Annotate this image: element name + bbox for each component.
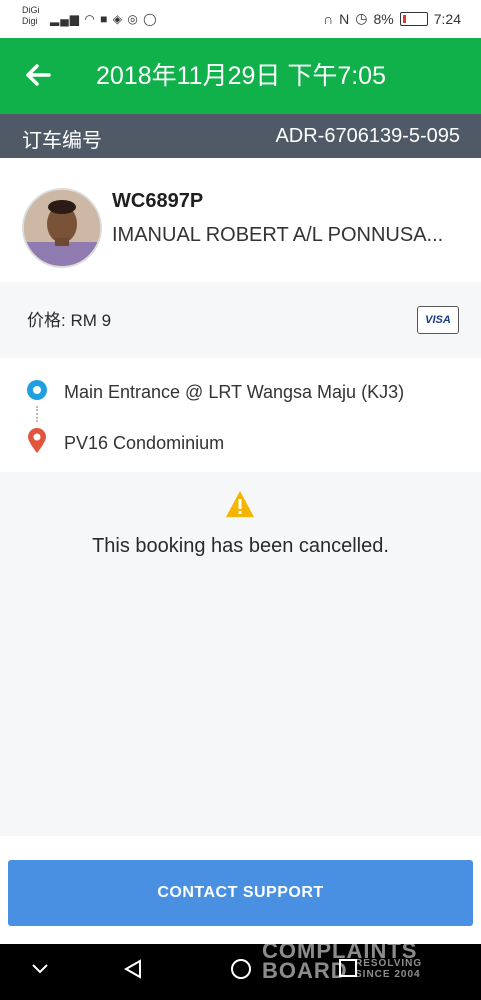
battery-percent: 8% <box>373 10 394 27</box>
whatsapp-icon: ◯ <box>143 12 158 26</box>
pickup-location: Main Entrance @ LRT Wangsa Maju (KJ3) <box>64 382 405 402</box>
chevron-down-icon[interactable] <box>30 958 50 984</box>
cancelled-message: This booking has been cancelled. <box>92 535 389 557</box>
route-section: Main Entrance @ LRT Wangsa Maju (KJ3) PV… <box>0 358 481 472</box>
shield-icon: ◈ <box>112 12 123 26</box>
pickup-marker-icon <box>27 380 47 400</box>
status-bar: DiGi Digi ▂▄▆ ◠ ■ ◈ ◎ ◯ ∩ N ◷ 8% 7:24 <box>0 0 481 38</box>
status-right: ∩ N ◷ 8% 7:24 <box>323 10 461 27</box>
booking-id-bar: 订车编号 ADR-6706139-5-095 <box>0 114 481 158</box>
back-arrow-icon[interactable] <box>24 58 52 92</box>
price-section: 价格: RM 9 <box>0 286 481 356</box>
wifi-icon: ◠ <box>84 12 96 26</box>
nfc-icon: N <box>339 10 350 27</box>
warning-icon <box>225 490 255 518</box>
driver-name: IMANUAL ROBERT A/L PONNUSA... <box>112 224 444 246</box>
vehicle-plate: WC6897P <box>112 190 204 212</box>
dropoff-location: PV16 Condominium <box>64 433 225 453</box>
dropoff-pin-icon <box>27 428 47 454</box>
battery-icon <box>399 11 428 26</box>
booking-id-value: ADR-6706139-5-095 <box>275 125 460 147</box>
driver-card: WC6897P IMANUAL ROBERT A/L PONNUSA... <box>0 158 481 282</box>
visa-card-icon: VISA <box>417 306 459 334</box>
driver-avatar <box>22 188 102 268</box>
car-icon: ■ <box>100 12 109 26</box>
instagram-icon: ◎ <box>127 12 139 26</box>
carrier-label: DiGi Digi <box>22 5 40 26</box>
page-title: 2018年11月29日 下午7:05 <box>96 62 386 90</box>
alarm-icon: ◷ <box>355 10 368 26</box>
nav-back-icon[interactable] <box>122 958 144 986</box>
contact-support-button[interactable]: CONTACT SUPPORT <box>8 860 473 926</box>
clock: 7:24 <box>433 10 461 27</box>
headset-icon: ∩ <box>323 10 334 27</box>
price-text: 价格: RM 9 <box>27 311 112 330</box>
route-connector <box>36 406 40 422</box>
app-header: 2018年11月29日 下午7:05 <box>0 38 481 114</box>
status-icons: ▂▄▆ ◠ ■ ◈ ◎ ◯ <box>50 12 158 26</box>
signal-icon: ▂▄▆ <box>50 12 80 26</box>
booking-id-label: 订车编号 <box>22 130 102 152</box>
nav-home-icon[interactable] <box>230 958 252 986</box>
